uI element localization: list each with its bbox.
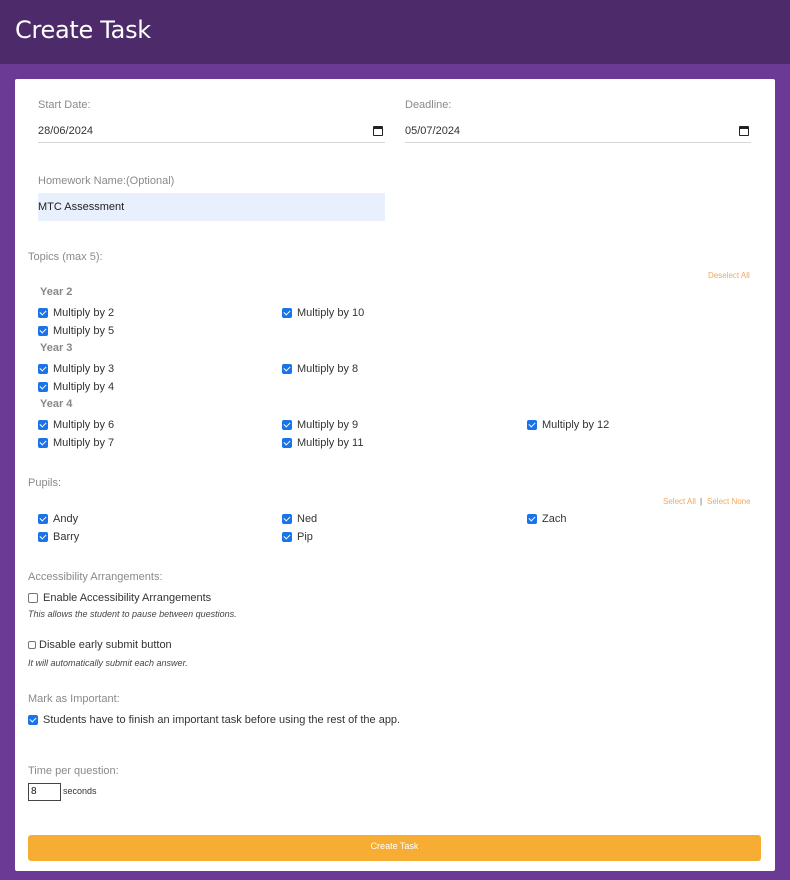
year-heading: Year 3 xyxy=(40,342,73,354)
page-title: Create Task xyxy=(15,16,151,44)
start-date-input[interactable]: 28/06/2024 xyxy=(38,123,385,143)
checkmark-icon[interactable] xyxy=(38,532,48,542)
pupil-checkbox[interactable]: Andy xyxy=(38,513,78,525)
topic-checkbox[interactable]: Multiply by 6 xyxy=(38,419,114,431)
checkmark-icon[interactable] xyxy=(38,420,48,430)
deadline-value: 05/07/2024 xyxy=(405,125,461,137)
topics-label: Topics (max 5): xyxy=(28,251,103,263)
time-per-question-label: Time per question: xyxy=(28,765,119,777)
deselect-all-link[interactable]: Deselect All xyxy=(708,271,750,280)
topic-checkbox[interactable]: Multiply by 8 xyxy=(282,363,358,375)
create-task-button[interactable]: Create Task xyxy=(28,835,761,861)
checkmark-icon[interactable] xyxy=(28,715,38,725)
link-separator: | xyxy=(700,497,703,506)
select-none-link[interactable]: Select None xyxy=(707,497,751,506)
checkbox-icon[interactable] xyxy=(28,593,38,603)
seconds-unit: seconds xyxy=(63,786,97,796)
create-task-form: Start Date: 28/06/2024 Deadline: 05/07/2… xyxy=(15,79,775,871)
topic-checkbox[interactable]: Multiply by 10 xyxy=(282,307,364,319)
accessibility-note: This allows the student to pause between… xyxy=(28,609,237,619)
calendar-icon[interactable] xyxy=(739,126,749,136)
pupil-checkbox[interactable]: Ned xyxy=(282,513,317,525)
start-date-label: Start Date: xyxy=(38,99,91,111)
checkmark-icon[interactable] xyxy=(38,382,48,392)
checkmark-icon[interactable] xyxy=(527,514,537,524)
checkmark-icon[interactable] xyxy=(282,514,292,524)
enable-accessibility-checkbox[interactable]: Enable Accessibility Arrangements xyxy=(28,592,211,604)
start-date-value: 28/06/2024 xyxy=(38,125,94,137)
important-label: Mark as Important: xyxy=(28,693,120,705)
checkmark-icon[interactable] xyxy=(38,438,48,448)
topic-checkbox[interactable]: Multiply by 4 xyxy=(38,381,114,393)
topic-checkbox[interactable]: Multiply by 5 xyxy=(38,325,114,337)
checkmark-icon[interactable] xyxy=(38,326,48,336)
checkmark-icon[interactable] xyxy=(527,420,537,430)
checkbox-icon[interactable] xyxy=(28,641,36,649)
disable-early-submit-checkbox[interactable]: Disable early submit button xyxy=(28,639,172,651)
important-checkbox[interactable]: Students have to finish an important tas… xyxy=(28,714,400,726)
disable-submit-note: It will automatically submit each answer… xyxy=(28,658,188,668)
checkmark-icon[interactable] xyxy=(38,308,48,318)
checkmark-icon[interactable] xyxy=(38,514,48,524)
deadline-label: Deadline: xyxy=(405,99,452,111)
pupil-checkbox[interactable]: Zach xyxy=(527,513,566,525)
checkmark-icon[interactable] xyxy=(282,364,292,374)
page-header: Create Task xyxy=(0,0,790,64)
topic-checkbox[interactable]: Multiply by 2 xyxy=(38,307,114,319)
pupil-checkbox[interactable]: Pip xyxy=(282,531,313,543)
checkmark-icon[interactable] xyxy=(282,532,292,542)
topic-checkbox[interactable]: Multiply by 7 xyxy=(38,437,114,449)
homework-name-label: Homework Name:(Optional) xyxy=(38,175,175,187)
pupil-checkbox[interactable]: Barry xyxy=(38,531,79,543)
year-heading: Year 2 xyxy=(40,286,73,298)
select-all-link[interactable]: Select All xyxy=(663,497,696,506)
checkmark-icon[interactable] xyxy=(282,308,292,318)
deadline-input[interactable]: 05/07/2024 xyxy=(405,123,751,143)
checkmark-icon[interactable] xyxy=(38,364,48,374)
topic-checkbox[interactable]: Multiply by 3 xyxy=(38,363,114,375)
topic-checkbox[interactable]: Multiply by 9 xyxy=(282,419,358,431)
time-per-question-input[interactable]: 8 xyxy=(28,783,61,801)
accessibility-label: Accessibility Arrangements: xyxy=(28,571,163,583)
topic-checkbox[interactable]: Multiply by 12 xyxy=(527,419,609,431)
pupils-label: Pupils: xyxy=(28,477,62,489)
checkmark-icon[interactable] xyxy=(282,438,292,448)
calendar-icon[interactable] xyxy=(373,126,383,136)
homework-name-input[interactable]: MTC Assessment xyxy=(38,193,385,221)
year-heading: Year 4 xyxy=(40,398,73,410)
topic-checkbox[interactable]: Multiply by 11 xyxy=(282,437,363,449)
checkmark-icon[interactable] xyxy=(282,420,292,430)
